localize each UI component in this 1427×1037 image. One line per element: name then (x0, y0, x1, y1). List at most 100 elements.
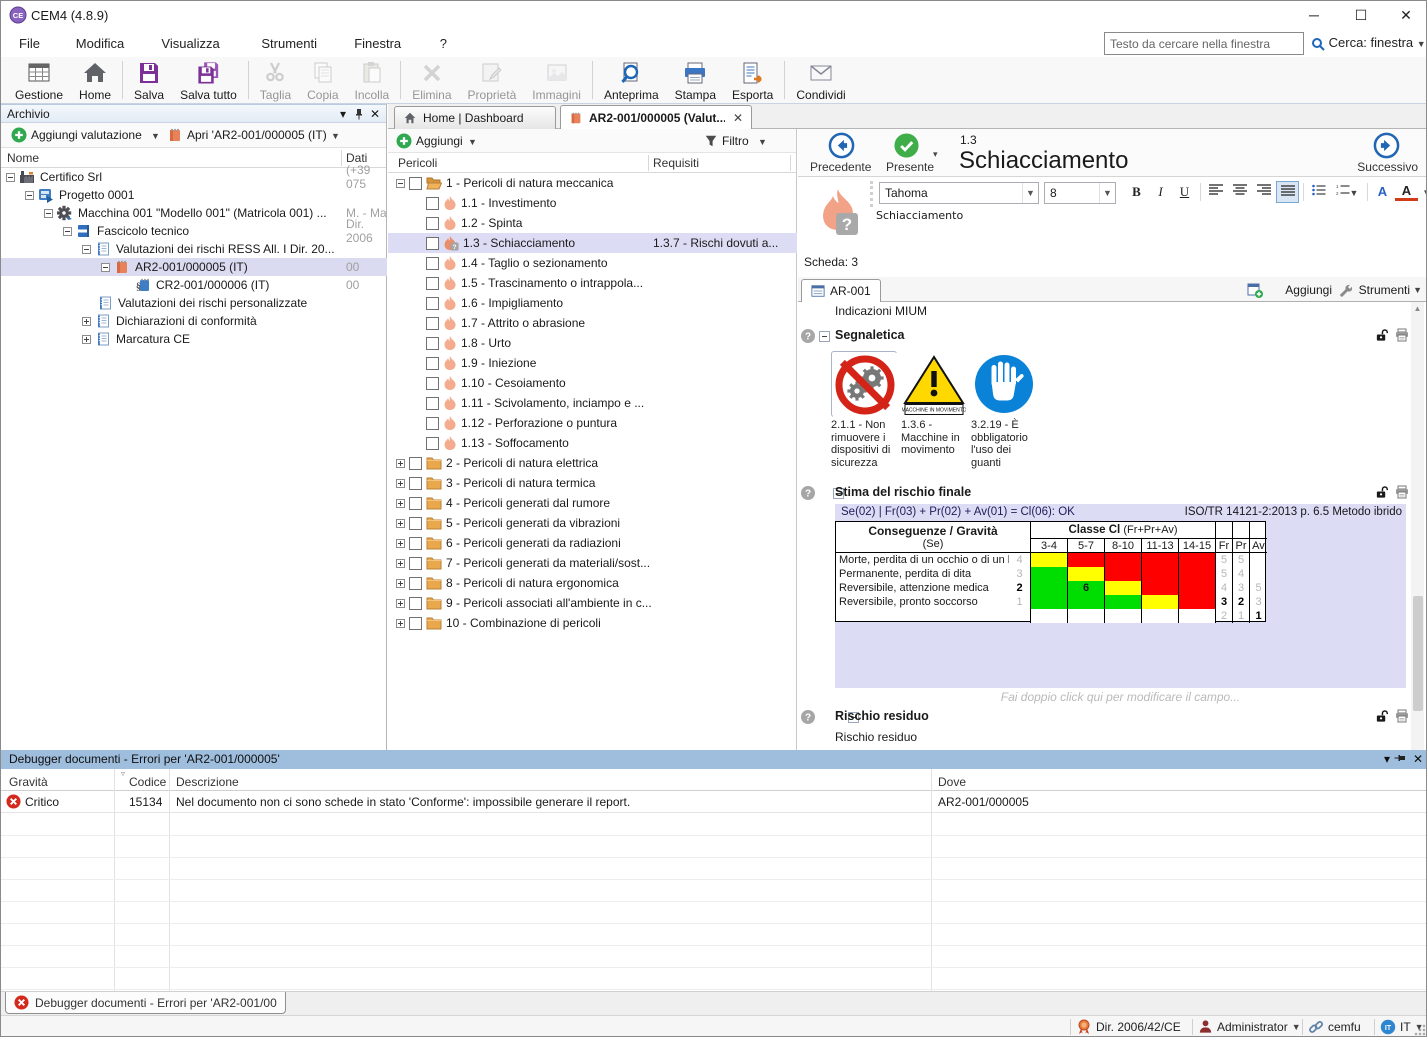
hazard-checkbox[interactable] (426, 237, 439, 250)
hazard-checkbox[interactable] (426, 217, 439, 230)
hazard-checkbox[interactable] (426, 377, 439, 390)
expand-icon[interactable] (396, 459, 405, 468)
hazard-checkbox[interactable] (426, 277, 439, 290)
archive-row-2[interactable]: Macchina 001 "Modello 001" (Matricola 00… (1, 204, 387, 222)
chevron-down-icon[interactable]: ▼ (331, 131, 340, 141)
hazard-row-5[interactable]: 5 - Pericoli generati da vibrazioni (388, 513, 797, 533)
esporta-button[interactable]: Esporta (724, 57, 781, 103)
numbered-list-button[interactable]: 12▼ (1331, 181, 1363, 203)
archive-row-1[interactable]: Progetto 0001 (1, 186, 387, 204)
previous-icon[interactable] (828, 132, 855, 159)
help-icon[interactable]: ? (800, 485, 816, 501)
hazard-checkbox[interactable] (409, 557, 422, 570)
hazard-checkbox[interactable] (426, 257, 439, 270)
help-icon[interactable]: ? (800, 709, 816, 725)
close-panel-icon[interactable]: ✕ (370, 107, 380, 121)
menu-finestra[interactable]: Finestra (350, 34, 405, 53)
column-pericoli[interactable]: Pericoli (398, 156, 437, 170)
panel-menu-icon[interactable]: ▾ (340, 107, 346, 121)
column-requisiti[interactable]: Requisiti (653, 156, 699, 170)
hazard-checkbox[interactable] (409, 177, 422, 190)
tab-ar-001[interactable]: AR-001 (801, 279, 881, 302)
expand-icon[interactable] (396, 599, 405, 608)
archive-row-5[interactable]: AR2-001/000005 (IT)00 (1, 258, 387, 276)
next-button[interactable]: Successivo (1357, 160, 1418, 174)
add-assessment-button[interactable]: Aggiungi valutazione (31, 128, 142, 142)
salva-tutto-button[interactable]: Salva tutto (172, 57, 245, 103)
hazard-row-1.7[interactable]: 1.7 - Attrito o abrasione (388, 313, 797, 333)
next-icon[interactable] (1373, 132, 1400, 159)
hazard-checkbox[interactable] (426, 197, 439, 210)
align-center-button[interactable] (1228, 181, 1251, 203)
hazard-checkbox[interactable] (426, 317, 439, 330)
proprietà-button[interactable]: Proprietà (460, 57, 525, 103)
hazard-row-1.13[interactable]: 1.13 - Soffocamento (388, 433, 797, 453)
panel-menu-icon[interactable]: ▾ (1384, 752, 1390, 766)
lock-open-icon[interactable] (1375, 485, 1388, 499)
tab-debugger[interactable]: Debugger documenti - Errori per 'AR2-001… (5, 992, 286, 1014)
expand-icon[interactable] (82, 335, 91, 344)
collapse-section-icon[interactable] (819, 331, 830, 342)
salva-button[interactable]: Salva (126, 57, 172, 103)
hazard-checkbox[interactable] (409, 617, 422, 630)
tab-home-dashboard[interactable]: Home | Dashboard (394, 106, 556, 129)
hazard-checkbox[interactable] (426, 397, 439, 410)
hazard-row-1.4[interactable]: 1.4 - Taglio o sezionamento (388, 253, 797, 273)
open-assessment-button[interactable]: Apri 'AR2-001/000005 (IT)' (187, 128, 327, 142)
hazard-row-1.10[interactable]: 1.10 - Cesoiamento (388, 373, 797, 393)
sign-warning[interactable]: MACCHINE IN MOVIMENTO1.3.6 - Macchine in… (901, 351, 971, 457)
taglia-button[interactable]: Taglia (252, 57, 299, 103)
risk-matrix[interactable]: Conseguenze / Gravità(Se)Classe Cl (Fr+P… (835, 521, 1266, 622)
collapse-icon[interactable] (63, 227, 72, 236)
gestione-button[interactable]: Gestione (7, 57, 71, 103)
expand-icon[interactable] (396, 619, 405, 628)
hazard-checkbox[interactable] (409, 537, 422, 550)
tools-button[interactable]: Strumenti (1359, 283, 1410, 297)
close-button[interactable]: ✕ (1384, 1, 1427, 29)
hazard-row-1.2[interactable]: 1.2 - Spinta (388, 213, 797, 233)
status-it[interactable]: ITIT▼ (1380, 1019, 1424, 1035)
font-family-select[interactable]: Tahoma▼ (879, 182, 1039, 204)
font-grow-button[interactable]: A (1371, 181, 1394, 203)
print-section-icon[interactable] (1395, 709, 1409, 723)
help-icon[interactable]: ? (800, 328, 816, 344)
add-hazard-button[interactable]: Aggiungi (416, 134, 463, 148)
align-right-button[interactable] (1252, 181, 1275, 203)
align-justify-button[interactable] (1276, 181, 1299, 203)
status-cemfu[interactable]: cemfu (1308, 1019, 1361, 1035)
minimize-button[interactable]: ─ (1292, 1, 1336, 29)
maximize-button[interactable]: ☐ (1339, 1, 1383, 29)
column-codice[interactable]: Codice (129, 775, 166, 789)
hazard-row-1.1[interactable]: 1.1 - Investimento (388, 193, 797, 213)
vertical-scrollbar[interactable]: ▲ (1411, 302, 1424, 750)
archive-row-7[interactable]: Valutazioni dei rischi personalizzate (1, 294, 387, 312)
elimina-button[interactable]: Elimina (404, 57, 459, 103)
hazard-row-1.3[interactable]: ?1.3 - Schiacciamento1.3.7 - Rischi dovu… (388, 233, 797, 253)
hazard-row-1.5[interactable]: 1.5 - Trascinamento o intrappola... (388, 273, 797, 293)
hazard-row-6[interactable]: 6 - Pericoli generati da radiazioni (388, 533, 797, 553)
collapse-icon[interactable] (396, 179, 405, 188)
hazard-checkbox[interactable] (409, 497, 422, 510)
richtext-body[interactable]: Schiacciamento (876, 209, 963, 222)
hazard-checkbox[interactable] (409, 457, 422, 470)
expand-icon[interactable] (396, 519, 405, 528)
print-section-icon[interactable] (1395, 485, 1409, 499)
font-size-select[interactable]: 8▼ (1044, 182, 1116, 204)
collapse-icon[interactable] (82, 245, 91, 254)
menu-visualizza[interactable]: Visualizza (157, 34, 223, 53)
pin-icon[interactable] (1394, 754, 1407, 764)
close-panel-icon[interactable]: ✕ (1413, 752, 1423, 766)
collapse-icon[interactable] (25, 191, 34, 200)
collapse-icon[interactable] (6, 173, 15, 182)
hazard-checkbox[interactable] (409, 597, 422, 610)
column-dove[interactable]: Dove (938, 775, 966, 789)
anteprima-button[interactable]: Anteprima (596, 57, 667, 103)
hazard-checkbox[interactable] (426, 437, 439, 450)
expand-icon[interactable] (82, 317, 91, 326)
align-left-button[interactable] (1204, 181, 1227, 203)
present-button[interactable]: Presente (886, 160, 934, 174)
chevron-down-icon[interactable]: ▾ (933, 149, 938, 160)
scroll-up-icon[interactable]: ▲ (1411, 302, 1424, 316)
hazards-column-header[interactable]: Pericoli Requisiti (388, 153, 796, 173)
stampa-button[interactable]: Stampa (667, 57, 724, 103)
